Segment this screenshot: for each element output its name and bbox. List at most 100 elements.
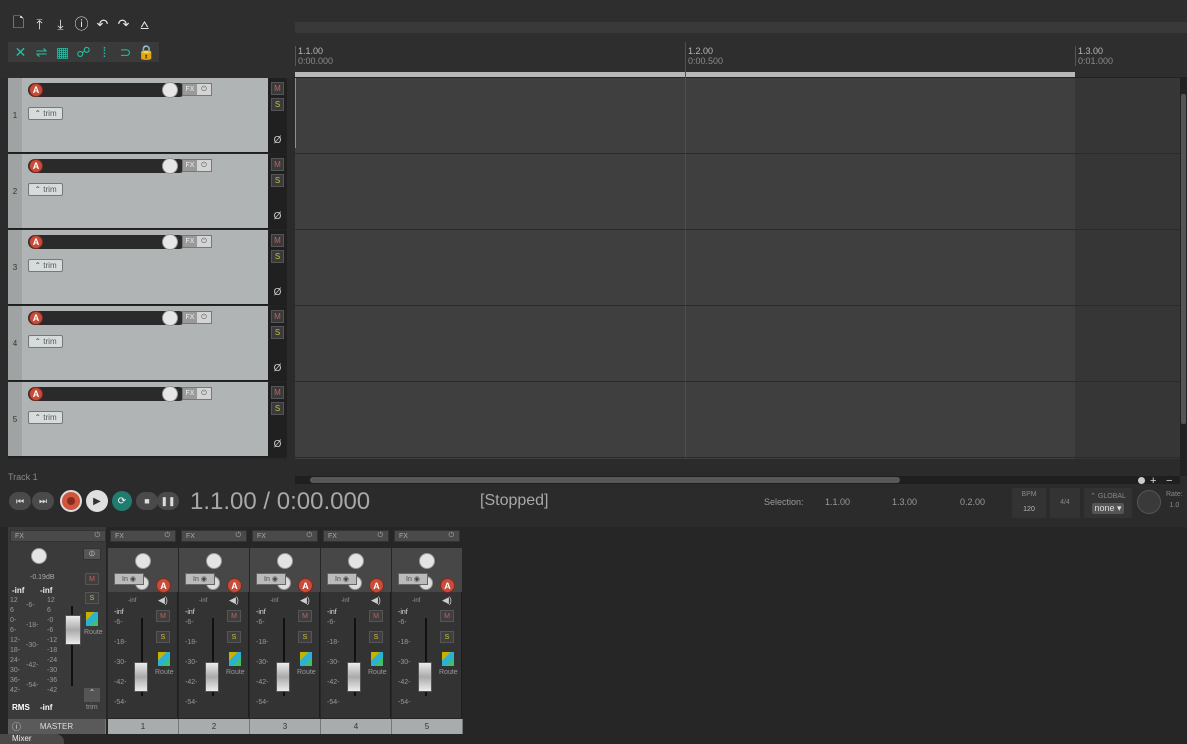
strip-fx-button[interactable]: FX ⏻ bbox=[181, 530, 247, 542]
strip-record-arm-button[interactable]: A bbox=[298, 578, 313, 593]
horizontal-scroll-thumb[interactable] bbox=[310, 477, 900, 483]
strip-route-icon[interactable] bbox=[158, 652, 170, 666]
mixer-tab[interactable]: Mixer bbox=[0, 734, 64, 744]
master-pan-knob[interactable] bbox=[31, 548, 47, 564]
strip-fader[interactable] bbox=[134, 662, 148, 692]
strip-solo-button[interactable]: S bbox=[298, 631, 312, 643]
strip-pan-knob[interactable] bbox=[206, 553, 222, 569]
record-arm-button[interactable]: A bbox=[29, 387, 43, 401]
track-2[interactable]: 2 A FX ⏻ ⌃ trim M S Ø bbox=[8, 154, 287, 229]
master-trim-icon[interactable]: ⌃ bbox=[84, 688, 100, 702]
input-select-button[interactable]: In ◉ bbox=[256, 573, 286, 585]
track-solo-button[interactable]: S bbox=[271, 250, 284, 263]
strip-record-arm-button[interactable]: A bbox=[369, 578, 384, 593]
master-fader[interactable] bbox=[65, 615, 81, 645]
selection-end[interactable]: 1.3.00 bbox=[892, 497, 917, 507]
mono-stereo-icon[interactable]: ⦶ bbox=[83, 548, 101, 560]
strip-mute-button[interactable]: M bbox=[369, 610, 383, 622]
track-fx-button[interactable]: FX ⏻ bbox=[182, 159, 212, 172]
selection-start[interactable]: 1.1.00 bbox=[825, 497, 850, 507]
global-automation-box[interactable]: ⌃ GLOBAL none ▾ bbox=[1084, 488, 1132, 518]
strip-route-icon[interactable] bbox=[300, 652, 312, 666]
track-mute-button[interactable]: M bbox=[271, 158, 284, 171]
strip-fx-button[interactable]: FX ⏻ bbox=[252, 530, 318, 542]
track-4[interactable]: 4 A FX ⏻ ⌃ trim M S Ø bbox=[8, 306, 287, 381]
strip-record-arm-button[interactable]: A bbox=[156, 578, 171, 593]
envelope-trim-button[interactable]: ⌃ trim bbox=[28, 335, 63, 348]
strip-route-icon[interactable] bbox=[371, 652, 383, 666]
selection-length[interactable]: 0.2.00 bbox=[960, 497, 985, 507]
strip-mute-button[interactable]: M bbox=[227, 610, 241, 622]
track-mute-button[interactable]: M bbox=[271, 234, 284, 247]
track-fx-button[interactable]: FX ⏻ bbox=[182, 311, 212, 324]
envelope-lock-icon[interactable]: ⊃ bbox=[115, 42, 136, 62]
bpm-box[interactable]: BPM 120 bbox=[1012, 488, 1046, 518]
record-arm-button[interactable]: A bbox=[29, 159, 43, 173]
track-mute-button[interactable]: M bbox=[271, 82, 284, 95]
strip-pan-knob[interactable] bbox=[419, 553, 435, 569]
snap-icon[interactable]: ⁞ bbox=[94, 42, 115, 62]
strip-fader[interactable] bbox=[205, 662, 219, 692]
track-mute-button[interactable]: M bbox=[271, 386, 284, 399]
metronome-icon[interactable]: ⩟ bbox=[134, 14, 155, 34]
phase-invert-icon[interactable]: Ø bbox=[271, 134, 284, 147]
input-select-button[interactable]: In ◉ bbox=[327, 573, 357, 585]
phase-invert-icon[interactable]: Ø bbox=[271, 210, 284, 223]
strip-record-arm-button[interactable]: A bbox=[440, 578, 455, 593]
automation-mode-dropdown[interactable]: none ▾ bbox=[1092, 503, 1124, 514]
strip-fx-button[interactable]: FX ⏻ bbox=[323, 530, 389, 542]
strip-pan-knob[interactable] bbox=[135, 553, 151, 569]
strip-route-icon[interactable] bbox=[229, 652, 241, 666]
record-arm-button[interactable]: A bbox=[29, 235, 43, 249]
strip-fader[interactable] bbox=[276, 662, 290, 692]
track-fx-button[interactable]: FX ⏻ bbox=[182, 83, 212, 96]
phase-invert-icon[interactable]: Ø bbox=[271, 362, 284, 375]
undo-icon[interactable]: ↶ bbox=[92, 14, 113, 34]
input-select-button[interactable]: In ◉ bbox=[114, 573, 144, 585]
record-arm-button[interactable]: A bbox=[29, 83, 43, 97]
track-volume-knob[interactable] bbox=[162, 386, 178, 402]
project-info-icon[interactable]: ⓘ bbox=[71, 14, 92, 34]
strip-solo-button[interactable]: S bbox=[227, 631, 241, 643]
track-1[interactable]: 1 A FX ⏻ ⌃ trim M S Ø bbox=[8, 78, 287, 153]
envelope-trim-button[interactable]: ⌃ trim bbox=[28, 183, 63, 196]
record-button[interactable] bbox=[60, 490, 82, 512]
envelope-trim-button[interactable]: ⌃ trim bbox=[28, 259, 63, 272]
go-to-end-button[interactable]: ⏭ bbox=[32, 492, 54, 510]
strip-solo-button[interactable]: S bbox=[156, 631, 170, 643]
strip-route-icon[interactable] bbox=[442, 652, 454, 666]
master-route-icon[interactable] bbox=[86, 612, 98, 626]
strip-fx-button[interactable]: FX ⏻ bbox=[394, 530, 460, 542]
track-3[interactable]: 3 A FX ⏻ ⌃ trim M S Ø bbox=[8, 230, 287, 305]
transport-timecode[interactable]: 1.1.00 / 0:00.000 bbox=[190, 488, 370, 516]
strip-solo-button[interactable]: S bbox=[440, 631, 454, 643]
track-volume-knob[interactable] bbox=[162, 158, 178, 174]
grid-icon[interactable]: ▦ bbox=[52, 42, 73, 62]
track-solo-button[interactable]: S bbox=[271, 402, 284, 415]
strip-fader[interactable] bbox=[418, 662, 432, 692]
track-volume-knob[interactable] bbox=[162, 82, 178, 98]
strip-record-arm-button[interactable]: A bbox=[227, 578, 242, 593]
strip-pan-knob[interactable] bbox=[277, 553, 293, 569]
strip-mute-button[interactable]: M bbox=[298, 610, 312, 622]
redo-icon[interactable]: ↷ bbox=[113, 14, 134, 34]
time-signature[interactable]: 4/4 bbox=[1050, 488, 1080, 518]
lock-icon[interactable]: 🔒 bbox=[136, 42, 157, 62]
zoom-handle-icon[interactable] bbox=[1138, 477, 1145, 484]
track-mute-button[interactable]: M bbox=[271, 310, 284, 323]
input-select-button[interactable]: In ◉ bbox=[185, 573, 215, 585]
track-5[interactable]: 5 A FX ⏻ ⌃ trim M S Ø bbox=[8, 382, 287, 457]
track-fx-button[interactable]: FX ⏻ bbox=[182, 387, 212, 400]
master-mute-button[interactable]: M bbox=[85, 573, 99, 585]
pause-button[interactable]: ❚❚ bbox=[157, 492, 179, 510]
rate-knob[interactable] bbox=[1137, 490, 1161, 514]
go-to-start-button[interactable]: ⏮ bbox=[9, 492, 31, 510]
record-arm-button[interactable]: A bbox=[29, 311, 43, 325]
track-solo-button[interactable]: S bbox=[271, 326, 284, 339]
input-select-button[interactable]: In ◉ bbox=[398, 573, 428, 585]
new-project-icon[interactable]: 🗋 bbox=[8, 14, 29, 34]
strip-solo-button[interactable]: S bbox=[369, 631, 383, 643]
strip-pan-knob[interactable] bbox=[348, 553, 364, 569]
strip-fx-button[interactable]: FX ⏻ bbox=[110, 530, 176, 542]
master-solo-button[interactable]: S bbox=[85, 592, 99, 604]
